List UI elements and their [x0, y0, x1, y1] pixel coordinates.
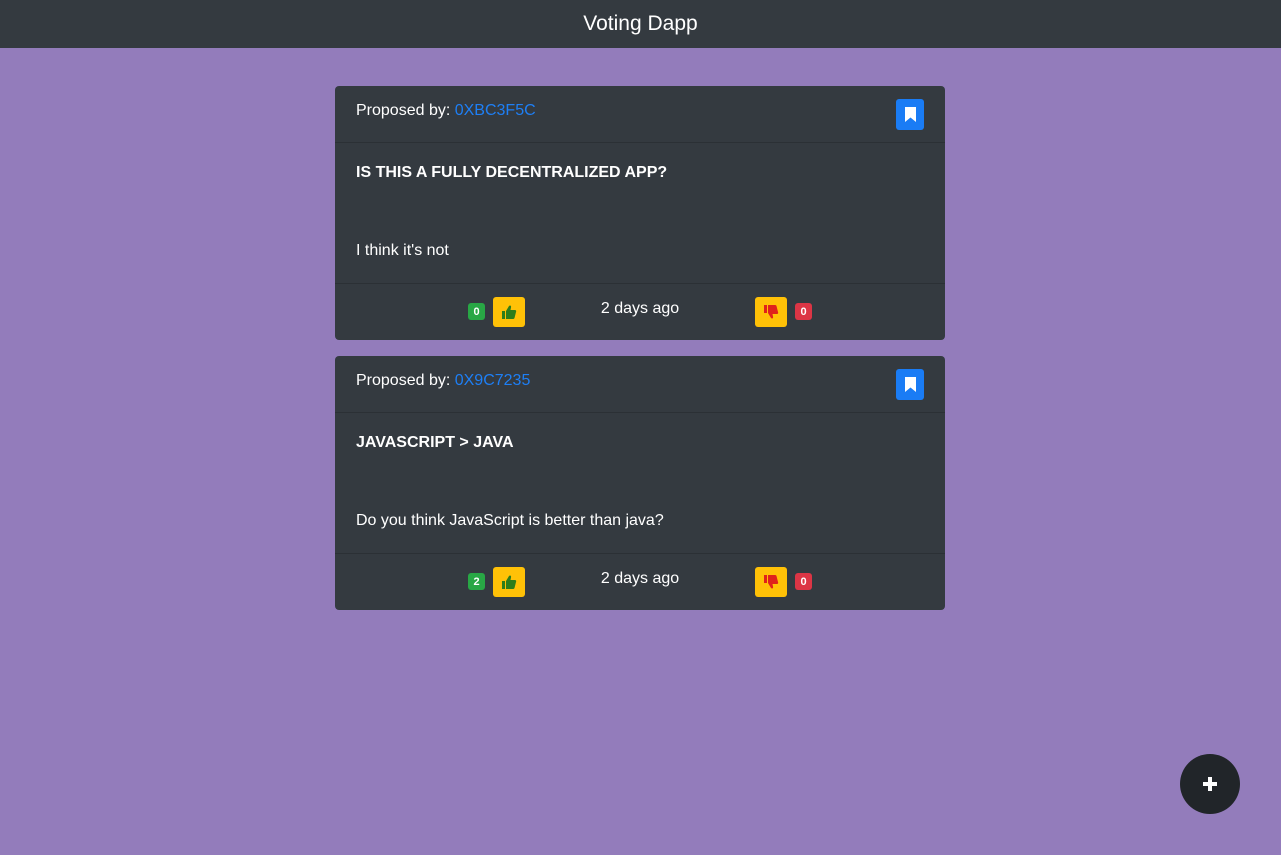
card-header: Proposed by: 0XBC3F5C: [335, 86, 945, 143]
downvote-button[interactable]: [755, 297, 787, 327]
proposal-description: I think it's not: [356, 242, 449, 259]
bookmark-button[interactable]: [896, 369, 924, 400]
app-title: Voting Dapp: [583, 12, 698, 35]
proposer: Proposed by: 0XBC3F5C: [356, 102, 536, 120]
proposer: Proposed by: 0X9C7235: [356, 372, 530, 390]
card-header: Proposed by: 0X9C7235: [335, 356, 945, 413]
proposal-time: 2 days ago: [600, 300, 680, 317]
proposal-card: Proposed by: 0XBC3F5C IS THIS A FULLY DE…: [335, 86, 945, 340]
proposed-by-label: Proposed by:: [356, 372, 451, 389]
bookmark-button[interactable]: [896, 99, 924, 130]
downvote-button[interactable]: [755, 567, 787, 597]
proposer-address-link[interactable]: 0X9C7235: [455, 372, 531, 389]
card-body: IS THIS A FULLY DECENTRALIZED APP? I thi…: [335, 143, 945, 284]
proposal-description: Do you think JavaScript is better than j…: [356, 512, 664, 529]
card-footer: 2 2 days ago 0: [335, 554, 945, 610]
proposal-time: 2 days ago: [600, 570, 680, 587]
proposal-title: JAVASCRIPT > JAVA: [356, 434, 514, 451]
downvote-count-badge: 0: [795, 303, 812, 320]
downvote-count-badge: 0: [795, 573, 812, 590]
bookmark-icon: [904, 107, 916, 122]
card-body: JAVASCRIPT > JAVA Do you think JavaScrip…: [335, 413, 945, 554]
bookmark-icon: [904, 377, 916, 392]
navbar: Voting Dapp: [0, 0, 1281, 48]
proposal-title: IS THIS A FULLY DECENTRALIZED APP?: [356, 164, 668, 181]
proposal-card: Proposed by: 0X9C7235 JAVASCRIPT > JAVA …: [335, 356, 945, 610]
proposed-by-label: Proposed by:: [356, 102, 451, 119]
thumbs-down-icon: [764, 575, 779, 589]
add-proposal-button[interactable]: [1180, 754, 1240, 814]
proposer-address-link[interactable]: 0XBC3F5C: [455, 102, 536, 119]
card-footer: 0 2 days ago 0: [335, 284, 945, 340]
thumbs-down-icon: [764, 305, 779, 319]
plus-icon: [1203, 777, 1217, 791]
